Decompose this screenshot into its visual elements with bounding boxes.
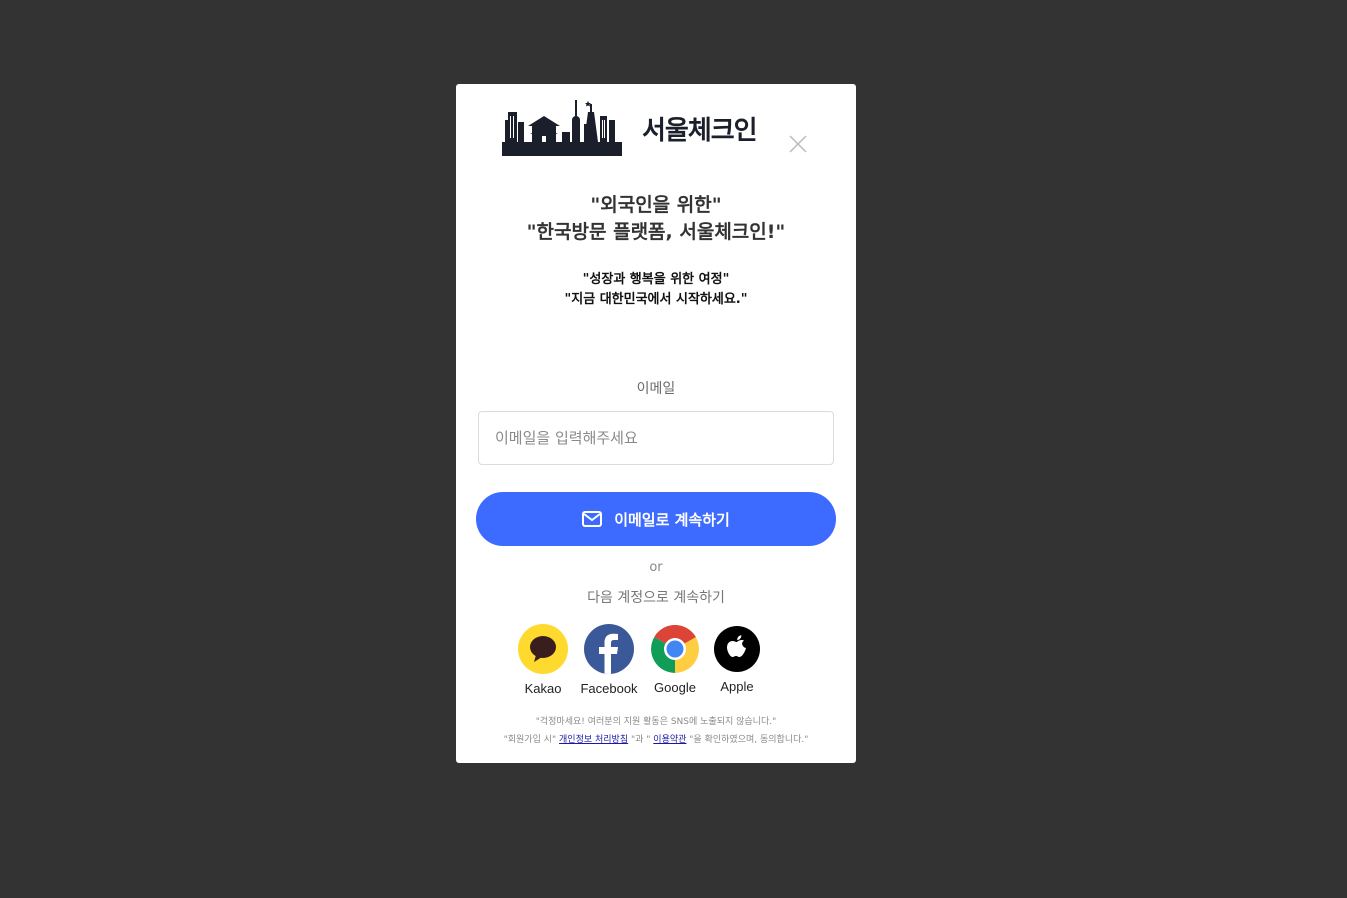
subheadline-line-2: "지금 대한민국에서 시작하세요." bbox=[564, 292, 748, 307]
login-modal: 서울체크인 "외국인을 위한" "한국방문 플랫폼, 서울체크인!" "성장과 … bbox=[456, 84, 856, 763]
footer-line-1: "걱정마세요! 여러분의 지원 활동은 SNS에 노출되지 않습니다." bbox=[535, 717, 777, 727]
footer-mid: "과 " bbox=[631, 735, 651, 745]
mail-icon bbox=[582, 511, 603, 527]
alt-login-text: 다음 계정으로 계속하기 bbox=[587, 590, 725, 606]
email-label: 이메일 bbox=[636, 381, 676, 397]
headline-line-1: "외국인을 위한" bbox=[590, 194, 722, 216]
apple-label: Apple bbox=[720, 679, 754, 694]
footer-line-2: "회원가입 시" 개인정보 처리방침 "과 " 이용약관 "을 확인하였으며, … bbox=[456, 731, 856, 749]
social-login-row: Kakao Facebook Google Apple bbox=[456, 624, 856, 696]
brand-name: 서울체크인 bbox=[642, 116, 758, 146]
brand-logo: 서울체크인 bbox=[502, 98, 764, 158]
facebook-icon bbox=[584, 624, 634, 674]
chrome-icon bbox=[651, 625, 699, 673]
continue-button-label: 이메일로 계속하기 bbox=[614, 510, 730, 529]
subheadline-line-1: "성장과 행복을 위한 여정" bbox=[582, 272, 730, 287]
headline: "외국인을 위한" "한국방문 플랫폼, 서울체크인!" bbox=[456, 192, 856, 246]
subheadline: "성장과 행복을 위한 여정" "지금 대한민국에서 시작하세요." bbox=[456, 270, 856, 310]
apple-icon bbox=[714, 626, 760, 672]
terms-link[interactable]: 이용약관 bbox=[653, 735, 686, 745]
or-divider: or bbox=[649, 560, 663, 575]
footer-notice: "걱정마세요! 여러분의 지원 활동은 SNS에 노출되지 않습니다." "회원… bbox=[456, 713, 856, 749]
footer-suffix: "을 확인하였으며, 동의합니다." bbox=[689, 735, 809, 745]
privacy-policy-link[interactable]: 개인정보 처리방침 bbox=[559, 735, 628, 745]
headline-line-2: "한국방문 플랫폼, 서울체크인!" bbox=[526, 221, 786, 243]
kakao-icon bbox=[518, 624, 568, 674]
continue-with-email-button[interactable]: 이메일로 계속하기 bbox=[476, 492, 836, 546]
email-input[interactable] bbox=[478, 411, 834, 465]
footer-prefix: "회원가입 시" bbox=[503, 735, 557, 745]
close-icon[interactable] bbox=[786, 132, 810, 156]
apple-login-button[interactable]: Apple bbox=[697, 624, 777, 694]
seoul-skyline-icon bbox=[502, 100, 622, 156]
